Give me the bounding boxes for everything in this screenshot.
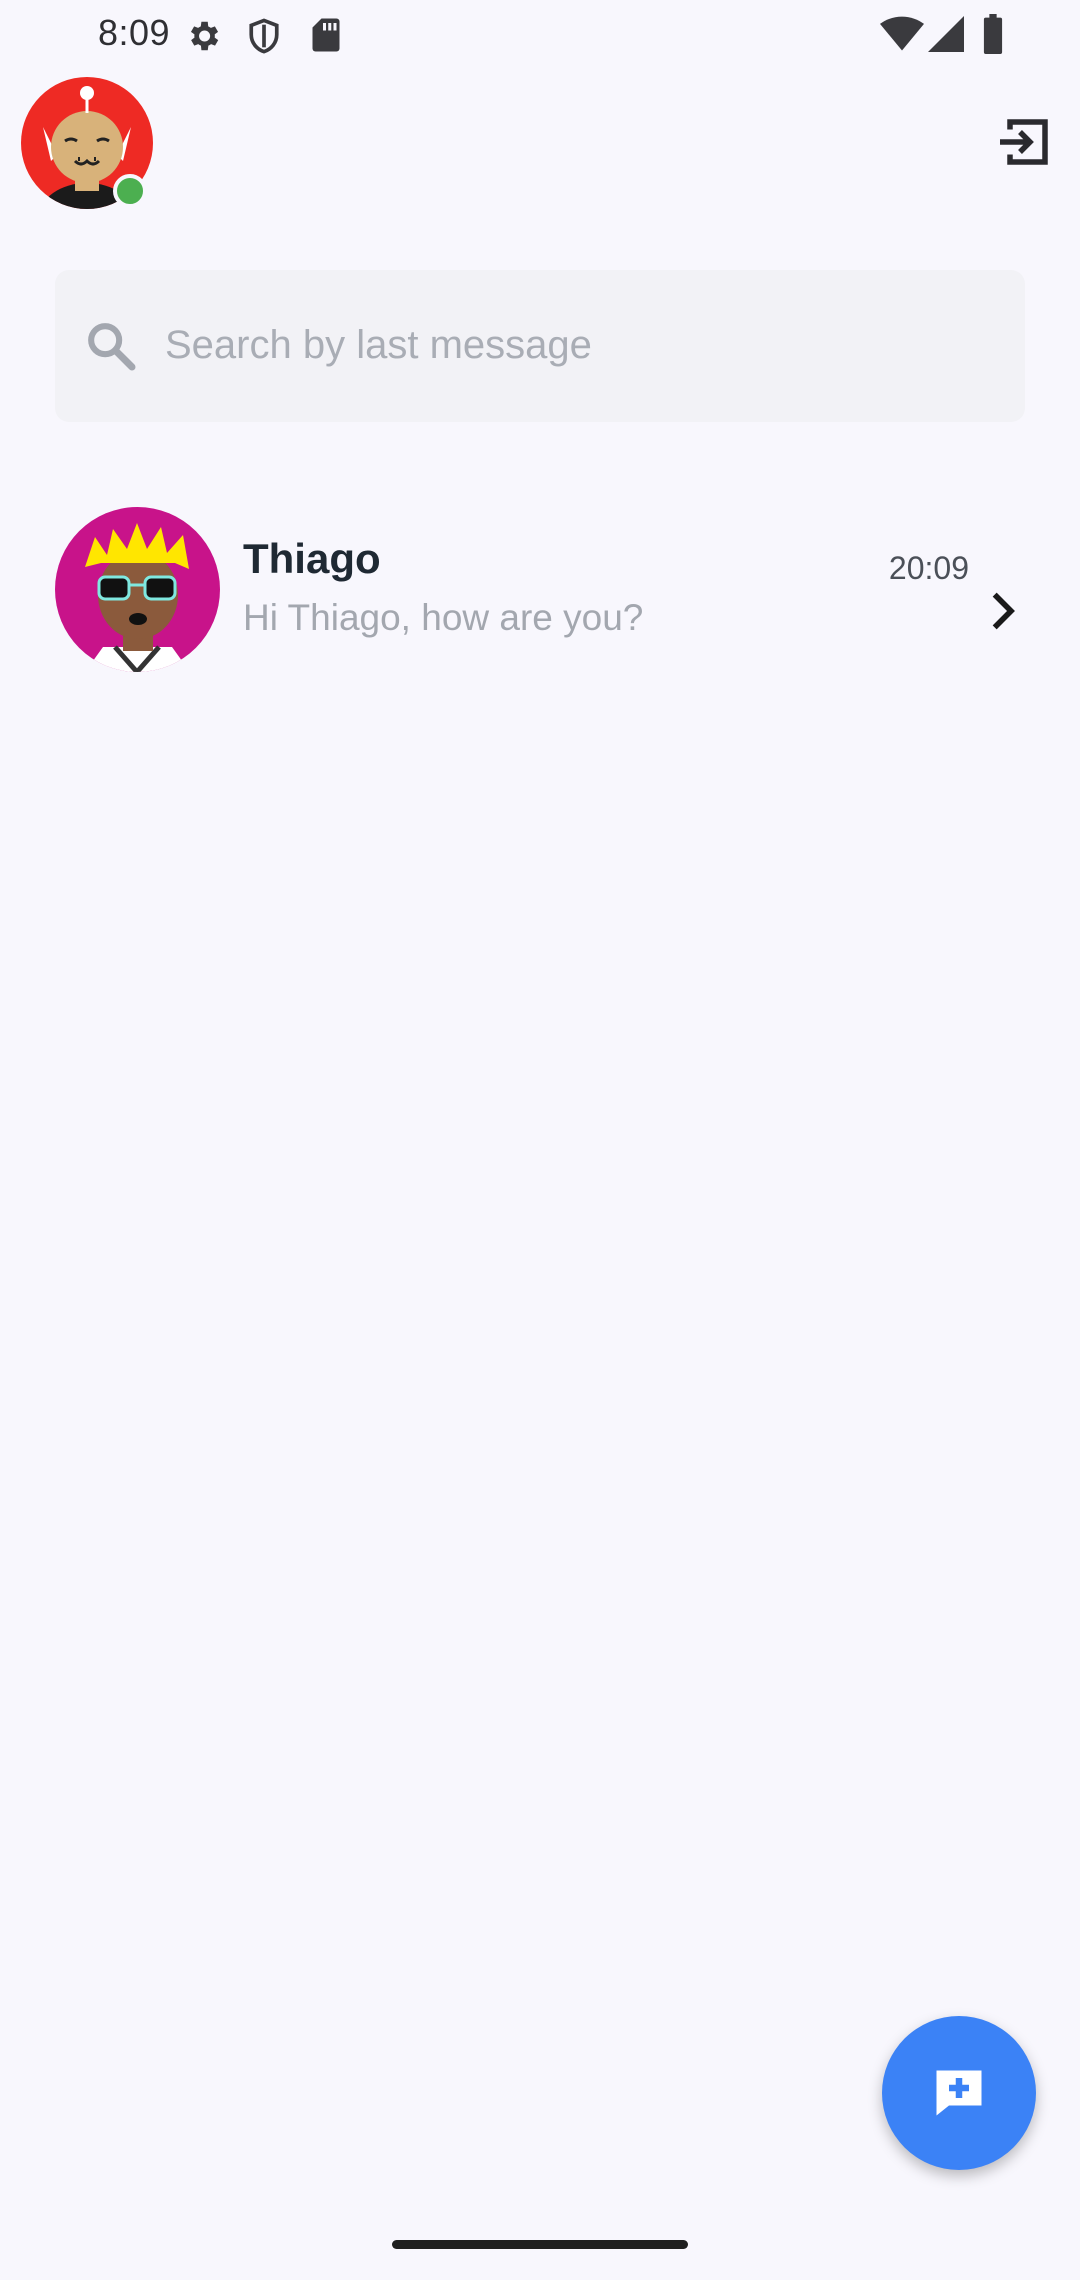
search-input[interactable]: [165, 310, 985, 380]
status-bar: 8:09: [0, 0, 1080, 66]
cellular-icon: [928, 16, 964, 52]
search-bar[interactable]: [55, 270, 1025, 422]
gear-icon: [190, 21, 219, 51]
chat-list-item[interactable]: Thiago Hi Thiago, how are you? 20:09: [0, 495, 1080, 675]
sd-card-icon: [312, 18, 340, 52]
last-message-preview: Hi Thiago, how are you?: [243, 597, 644, 638]
contact-avatar-image: [55, 507, 220, 672]
contact-name: Thiago: [243, 535, 381, 582]
logout-button[interactable]: [995, 112, 1055, 172]
home-indicator[interactable]: [392, 2240, 688, 2249]
message-timestamp: 20:09: [888, 550, 969, 586]
new-chat-icon: [936, 2070, 982, 2116]
status-time: 8:09: [98, 12, 171, 53]
shield-icon: [249, 18, 279, 54]
chevron-right-icon: [992, 592, 1015, 630]
contact-avatar: [55, 507, 220, 672]
wifi-icon: [880, 16, 924, 51]
new-chat-button[interactable]: [882, 2016, 1036, 2170]
online-status-indicator: [113, 174, 147, 208]
battery-icon: [983, 14, 1003, 54]
search-icon: [88, 323, 136, 371]
logout-icon: [1000, 119, 1048, 165]
